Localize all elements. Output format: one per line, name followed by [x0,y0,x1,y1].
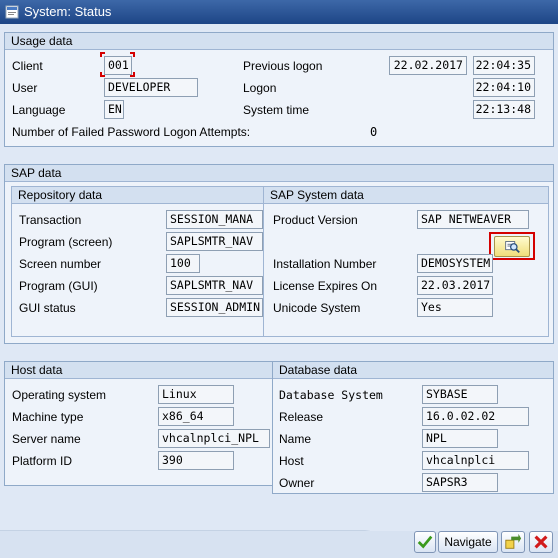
close-icon [534,535,548,549]
database-data-header: Database data [273,362,553,379]
database-name-field[interactable]: NPL [422,429,498,448]
owner-label: Owner [279,476,315,490]
transaction-field[interactable]: SESSION_MANA [166,210,263,229]
component-details-button[interactable] [494,236,530,257]
installation-number-label: Installation Number [273,257,377,271]
sap-data-group: SAP data Repository data Transaction SES… [4,164,554,344]
database-host-field[interactable]: vhcalnplci [422,451,529,470]
transfer-arrow-icon [505,533,522,549]
language-label: Language [12,103,66,117]
platform-id-field[interactable]: 390 [158,451,234,470]
host-data-group: Host data Operating system Linux Machine… [4,361,274,486]
operating-system-field[interactable]: Linux [158,385,234,404]
release-field[interactable]: 16.0.02.02 [422,407,529,426]
usage-data-header: Usage data [5,33,553,50]
product-version-field[interactable]: SAP NETWEAVER [417,210,529,229]
system-time-field[interactable]: 22:13:48 [473,100,535,119]
client-label: Client [12,59,43,73]
program-screen-field[interactable]: SAPLSMTR_NAV [166,232,263,251]
dialog-body: Usage data Client 001 User DEVELOPER Lan… [0,24,558,558]
license-expires-field[interactable]: 22.03.2017 [417,276,493,295]
program-screen-label: Program (screen) [19,235,113,249]
sap-data-header: SAP data [5,165,553,182]
previous-logon-date-field[interactable]: 22.02.2017 [389,56,467,75]
continue-button[interactable] [414,531,436,553]
logon-time-field[interactable]: 22:04:10 [473,78,535,97]
repository-data-header: Repository data [12,187,264,204]
checkmark-icon [417,535,433,549]
product-version-label: Product Version [273,213,358,227]
previous-logon-label: Previous logon [243,59,323,73]
platform-id-label: Platform ID [12,454,73,468]
client-field[interactable]: 001 [104,56,132,75]
language-field[interactable]: EN [104,100,124,119]
user-field[interactable]: DEVELOPER [104,78,198,97]
server-name-field[interactable]: vhcalnplci_NPL [158,429,270,448]
unicode-system-label: Unicode System [273,301,361,315]
title-bar: System: Status [0,0,558,24]
cancel-button[interactable] [529,531,553,553]
database-system-field[interactable]: SYBASE [422,385,498,404]
database-name-label: Name [279,432,312,446]
sap-system-data-group: SAP System data Product Version SAP NETW… [263,186,549,337]
host-data-header: Host data [5,362,273,379]
license-expires-label: License Expires On [273,279,378,293]
failed-logon-value: 0 [370,125,378,139]
repository-data-group: Repository data Transaction SESSION_MANA… [11,186,265,337]
screen-number-field[interactable]: 100 [166,254,200,273]
user-label: User [12,81,38,95]
client-focus-corner-tl [100,52,105,57]
sap-system-data-header: SAP System data [264,187,548,204]
window-title: System: Status [24,4,112,19]
previous-logon-time-field[interactable]: 22:04:35 [473,56,535,75]
failed-logon-label: Number of Failed Password Logon Attempts… [12,125,251,139]
client-focus-corner-br [130,72,135,77]
operating-system-label: Operating system [12,388,107,402]
database-data-group: Database data Database System SYBASE Rel… [272,361,554,494]
database-system-label: Database System [279,388,383,402]
navigate-button[interactable]: Navigate [438,531,498,553]
system-time-label: System time [243,103,310,117]
installation-number-field[interactable]: DEMOSYSTEM [417,254,493,273]
release-label: Release [279,410,324,424]
gui-status-field[interactable]: SESSION_ADMIN [166,298,263,317]
magnifier-icon [505,241,520,254]
server-name-label: Server name [12,432,81,446]
machine-type-label: Machine type [12,410,84,424]
owner-field[interactable]: SAPSR3 [422,473,498,492]
sap-window-icon [5,5,19,19]
screen-number-label: Screen number [19,257,102,271]
database-host-label: Host [279,454,304,468]
gui-status-label: GUI status [19,301,76,315]
transaction-label: Transaction [19,213,82,227]
machine-type-field[interactable]: x86_64 [158,407,234,426]
client-focus-corner-bl [100,72,105,77]
program-gui-field[interactable]: SAPLSMTR_NAV [166,276,263,295]
logon-label: Logon [243,81,277,95]
program-gui-label: Program (GUI) [19,279,98,293]
unicode-system-field[interactable]: Yes [417,298,493,317]
usage-data-group: Usage data Client 001 User DEVELOPER Lan… [4,32,554,147]
client-focus-corner-tr [130,52,135,57]
transfer-button[interactable] [501,531,525,553]
